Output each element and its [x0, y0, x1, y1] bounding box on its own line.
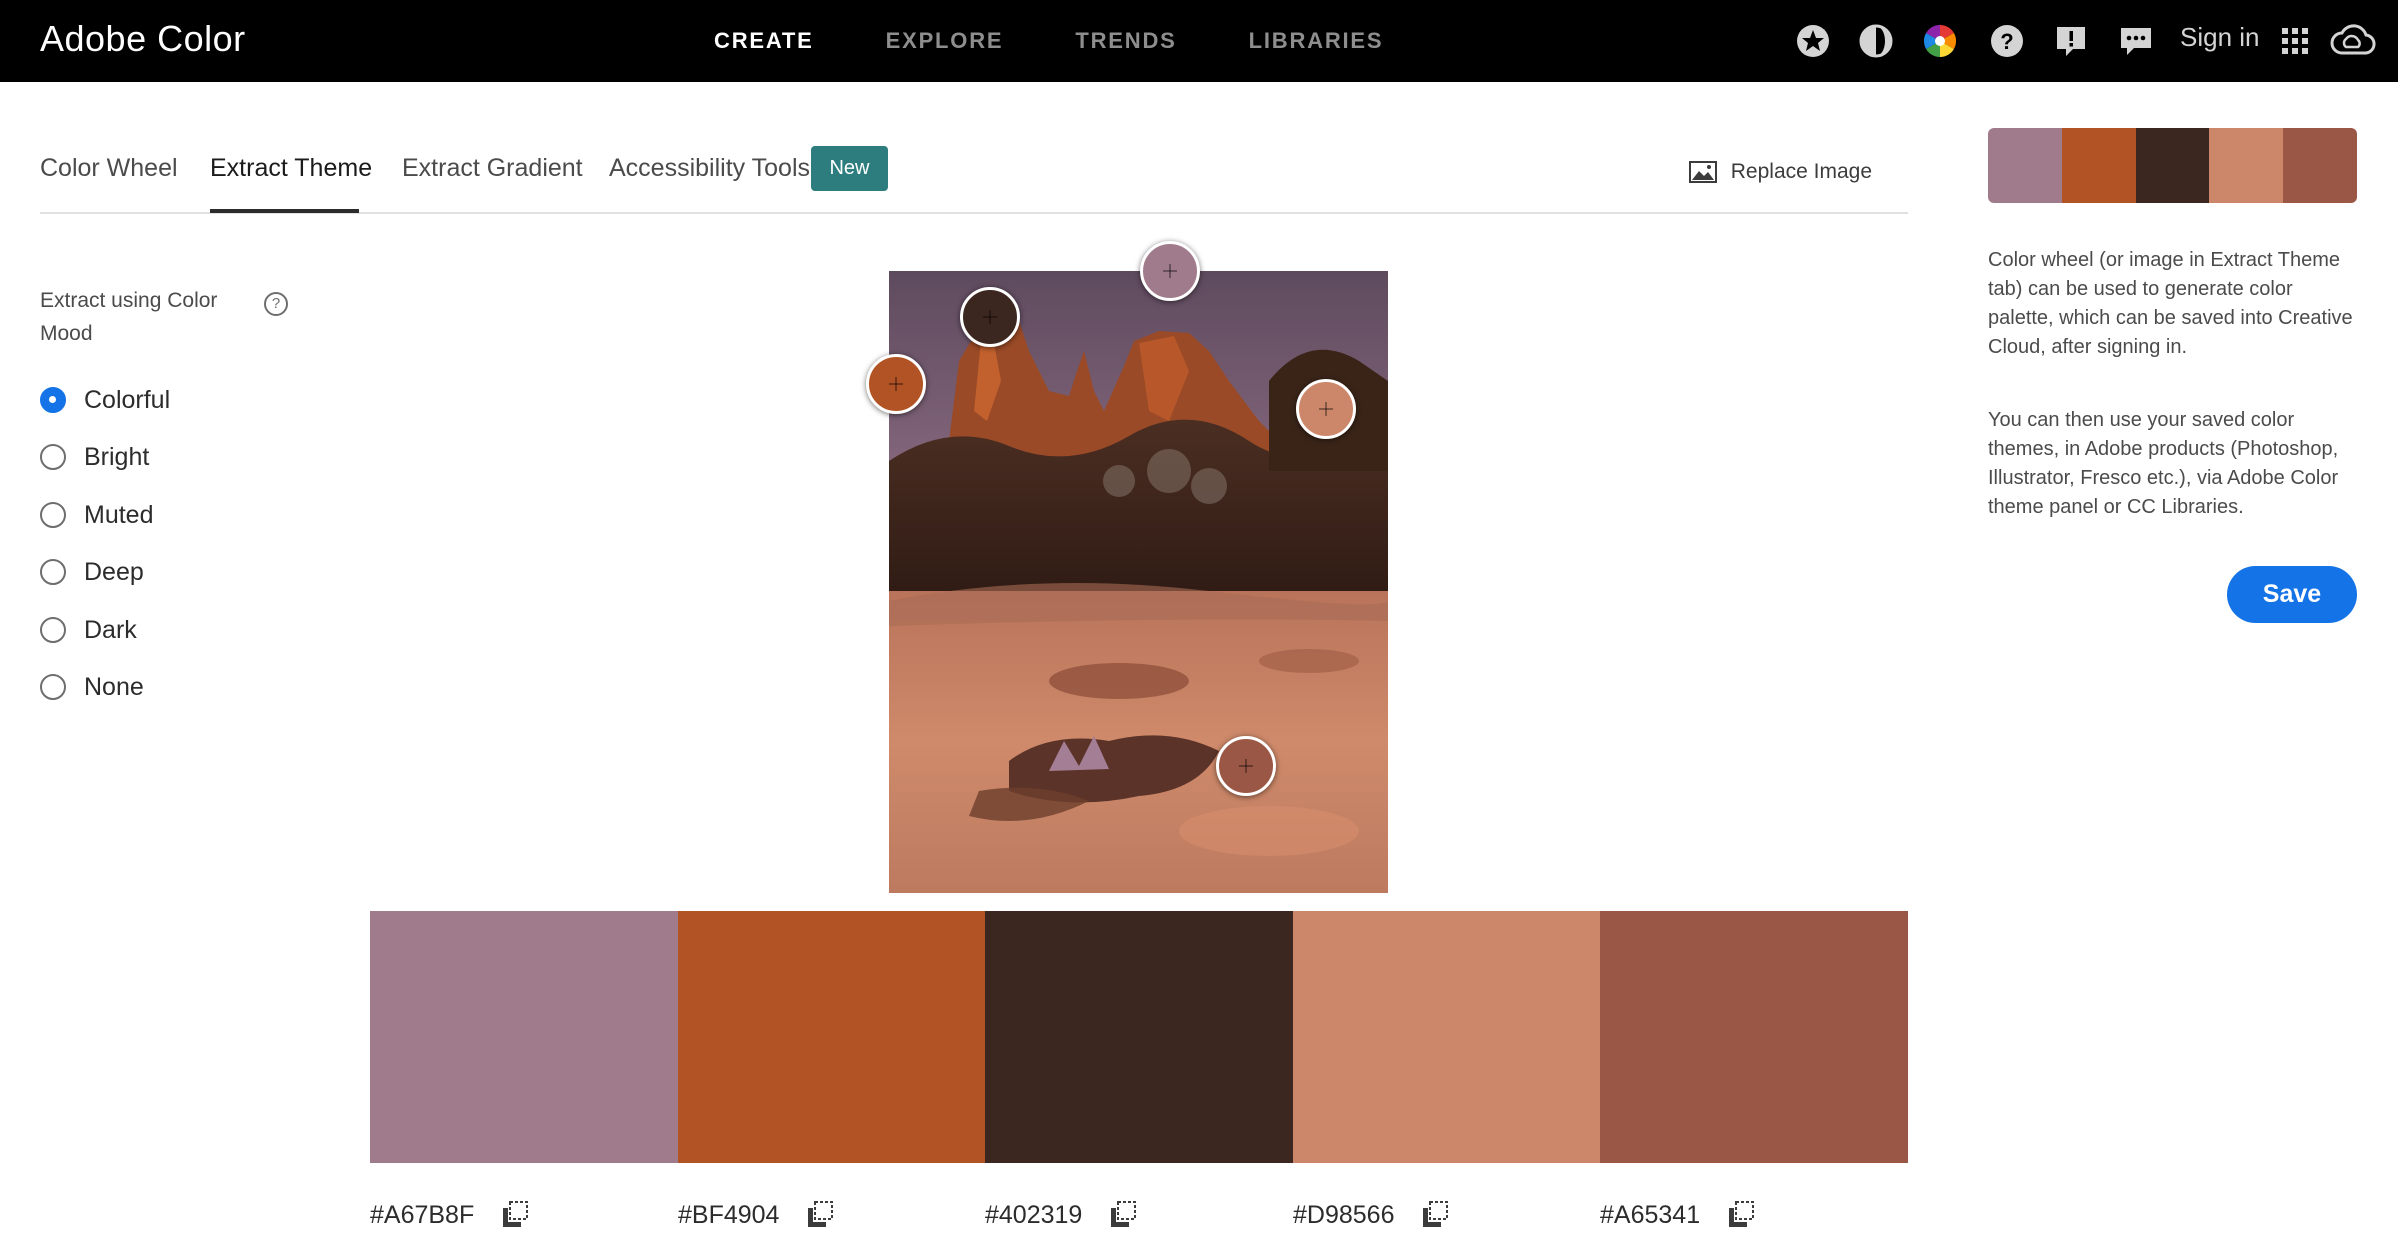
main-nav: CREATE EXPLORE TRENDS LIBRARIES: [714, 0, 1455, 82]
hex-item-3: #402319: [985, 1200, 1138, 1230]
mood-option-dark[interactable]: Dark: [40, 610, 240, 650]
copy-icon[interactable]: [805, 1200, 835, 1230]
creative-cloud-icon[interactable]: [2330, 23, 2376, 59]
radio-unchecked[interactable]: [40, 444, 66, 470]
copy-icon[interactable]: [1108, 1200, 1138, 1230]
copy-icon[interactable]: [500, 1200, 530, 1230]
color-picker-4[interactable]: [1296, 379, 1356, 439]
new-badge: New: [811, 146, 888, 191]
apps-grid-icon[interactable]: [2277, 23, 2313, 59]
mood-option-colorful[interactable]: Colorful: [40, 380, 240, 420]
hex-value[interactable]: #402319: [985, 1201, 1082, 1230]
preview-swatch: [2061, 128, 2136, 203]
tab-extract-theme[interactable]: Extract Theme: [210, 154, 372, 183]
mood-option-label: Bright: [84, 442, 150, 471]
palette-swatches: [370, 911, 1908, 1163]
mood-option-none[interactable]: None: [40, 667, 240, 707]
source-image: [889, 271, 1388, 893]
color-picker-2[interactable]: [866, 354, 926, 414]
hex-item-5: #A65341: [1600, 1200, 1756, 1230]
chat-icon[interactable]: [2118, 23, 2154, 59]
hex-values: #A67B8F #BF4904 #402319 #D98566 #A65341: [370, 1200, 1908, 1236]
swatch-1[interactable]: [370, 911, 678, 1163]
replace-image-button[interactable]: Replace Image: [1688, 160, 1872, 184]
color-picker-3[interactable]: [960, 287, 1020, 347]
radio-unchecked[interactable]: [40, 502, 66, 528]
color-mood-label: Extract using Color Mood: [40, 289, 218, 345]
landscape-photo: [889, 271, 1388, 893]
theme-preview[interactable]: [1988, 128, 2357, 203]
radio-unchecked[interactable]: [40, 674, 66, 700]
copy-icon[interactable]: [1420, 1200, 1450, 1230]
hex-value[interactable]: #D98566: [1293, 1201, 1394, 1230]
swatch-3[interactable]: [985, 911, 1293, 1163]
hex-value[interactable]: #BF4904: [678, 1201, 779, 1230]
preview-swatch: [2283, 128, 2357, 203]
color-picker-1[interactable]: [1140, 241, 1200, 301]
tab-extract-gradient[interactable]: Extract Gradient: [402, 154, 583, 183]
preview-swatch: [2209, 128, 2284, 203]
image-icon: [1688, 161, 1717, 183]
top-bar: Adobe Color CREATE EXPLORE TRENDS LIBRAR…: [0, 0, 2398, 82]
feedback-alert-icon[interactable]: [2053, 23, 2089, 59]
tab-accessibility-tools[interactable]: Accessibility Tools: [609, 154, 810, 183]
color-wheel-icon[interactable]: [1922, 23, 1958, 59]
copy-icon[interactable]: [1726, 1200, 1756, 1230]
tool-tabs: Color Wheel Extract Theme Extract Gradie…: [40, 140, 1908, 214]
tab-color-wheel[interactable]: Color Wheel: [40, 154, 178, 183]
nav-trends[interactable]: TRENDS: [1075, 0, 1176, 82]
contrast-icon[interactable]: [1858, 23, 1894, 59]
mood-option-label: Deep: [84, 557, 144, 586]
mood-option-label: None: [84, 672, 144, 701]
svg-text:?: ?: [2000, 29, 2013, 54]
preview-swatch: [1988, 128, 2062, 203]
hex-item-2: #BF4904: [678, 1200, 835, 1230]
mood-option-muted[interactable]: Muted: [40, 495, 240, 535]
mood-option-bright[interactable]: Bright: [40, 437, 240, 477]
swatch-2[interactable]: [677, 911, 986, 1163]
color-picker-5[interactable]: [1216, 736, 1276, 796]
nav-libraries[interactable]: LIBRARIES: [1249, 0, 1384, 82]
info-text-1: Color wheel (or image in Extract Theme t…: [1988, 249, 2353, 358]
nav-explore[interactable]: EXPLORE: [886, 0, 1004, 82]
replace-image-label: Replace Image: [1730, 160, 1872, 183]
swatch-5[interactable]: [1600, 911, 1908, 1163]
adobe-color-logo[interactable]: Adobe Color: [40, 18, 246, 60]
radio-checked[interactable]: [40, 387, 66, 413]
sign-in-link[interactable]: Sign in: [2180, 22, 2260, 53]
star-icon[interactable]: [1795, 23, 1831, 59]
hex-item-4: #D98566: [1293, 1200, 1450, 1230]
save-button[interactable]: Save: [2227, 566, 2357, 623]
mood-option-deep[interactable]: Deep: [40, 552, 240, 592]
info-text-2: You can then use your saved color themes…: [1988, 409, 2339, 518]
active-tab-indicator: [210, 209, 359, 213]
hex-item-1: #A67B8F: [370, 1200, 530, 1230]
nav-create[interactable]: CREATE: [714, 0, 814, 82]
radio-unchecked[interactable]: [40, 559, 66, 585]
mood-option-label: Dark: [84, 615, 137, 644]
help-icon[interactable]: ?: [1989, 23, 2025, 59]
mood-option-label: Muted: [84, 500, 154, 529]
preview-swatch: [2135, 128, 2210, 203]
hex-value[interactable]: #A67B8F: [370, 1201, 474, 1230]
radio-unchecked[interactable]: [40, 617, 66, 643]
mood-help-icon[interactable]: ?: [264, 292, 288, 316]
swatch-4[interactable]: [1292, 911, 1601, 1163]
hex-value[interactable]: #A65341: [1600, 1201, 1700, 1230]
mood-option-label: Colorful: [84, 385, 171, 414]
